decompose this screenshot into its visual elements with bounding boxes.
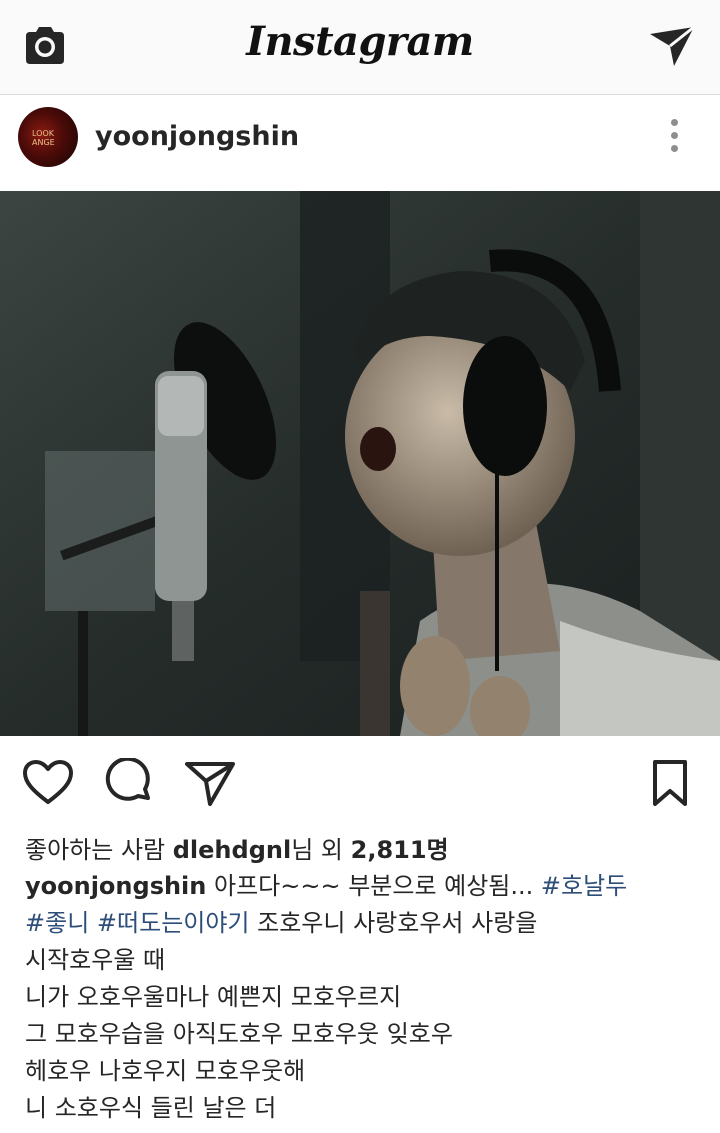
top-bar: Instagram xyxy=(0,0,720,95)
bookmark-icon[interactable] xyxy=(650,758,690,808)
singer-photo xyxy=(0,191,720,736)
likes-middle: 님 외 xyxy=(291,836,351,864)
caption-line: 니 소호우식 들린 날은 더 xyxy=(25,1094,277,1122)
caption-line: 시작호우울 때 xyxy=(25,946,166,974)
likes-suffix: 명 xyxy=(426,836,449,864)
liker-username[interactable]: dlehdgnl xyxy=(173,836,291,864)
more-options-icon[interactable] xyxy=(670,119,680,159)
instagram-logo: Instagram xyxy=(246,18,474,65)
likes-count[interactable]: 2,811 xyxy=(351,836,427,864)
post-caption: yoonjongshin 아프다~~~ 부분으로 예상됨... #호날두 #좋니… xyxy=(25,868,705,1127)
caption-text: 조호우니 사랑호우서 사랑을 xyxy=(249,909,538,937)
likes-prefix: 좋아하는 사람 xyxy=(25,836,173,864)
comment-icon[interactable] xyxy=(104,758,156,808)
post-photo[interactable] xyxy=(0,191,720,736)
caption-username[interactable]: yoonjongshin xyxy=(25,872,206,900)
post-header: LOOK ANGE yoonjongshin xyxy=(0,95,720,191)
post-username[interactable]: yoonjongshin xyxy=(95,121,299,152)
share-icon[interactable] xyxy=(184,758,236,808)
caption-line: 니가 오호우울마나 예쁜지 모호우르지 xyxy=(25,983,402,1011)
avatar-label: LOOK ANGE xyxy=(32,129,55,147)
heart-icon[interactable] xyxy=(22,758,74,808)
caption-line: 그 모호우습을 아직도호우 모호우웃 잊호우 xyxy=(25,1020,453,1048)
hashtag-link[interactable]: #좋니 xyxy=(25,909,89,937)
direct-send-icon[interactable] xyxy=(648,24,696,68)
avatar[interactable]: LOOK ANGE xyxy=(18,107,78,167)
hashtag-link[interactable]: #떠도는이야기 xyxy=(97,909,250,937)
caption-text: 아프다~~~ 부분으로 예상됨... xyxy=(206,872,541,900)
post-actions xyxy=(0,736,720,826)
hashtag-link[interactable]: #호날두 xyxy=(541,872,627,900)
caption-line: 헤호우 나호우지 모호우웃해 xyxy=(25,1057,306,1085)
likes-line: 좋아하는 사람 dlehdgnl님 외 2,811명 xyxy=(25,830,449,865)
